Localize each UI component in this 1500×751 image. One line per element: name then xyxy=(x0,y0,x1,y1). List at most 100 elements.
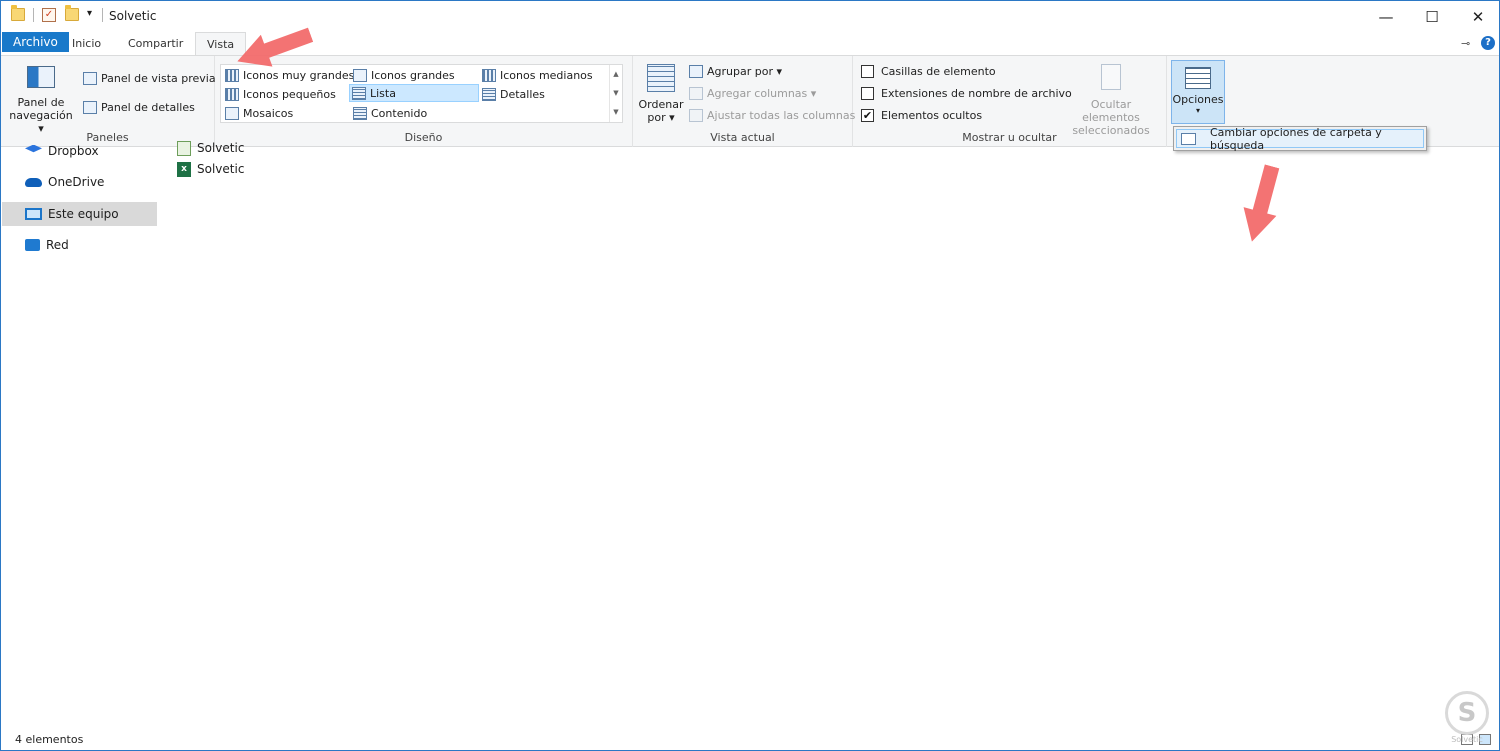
layout-label: Detalles xyxy=(500,87,545,101)
layout-tiles[interactable]: Mosaicos xyxy=(223,104,293,122)
hidden-items-checkbox[interactable]: ✔ xyxy=(861,109,874,122)
extra-large-icons-icon xyxy=(225,68,239,82)
extensions-toggle[interactable]: Extensiones de nombre de archivo xyxy=(861,87,1072,100)
pin-ribbon-icon[interactable]: ⊸ xyxy=(1461,37,1470,50)
navigation-pane-button[interactable]: Panel de navegación ▾ xyxy=(7,66,75,135)
options-dropdown-menu: Cambiar opciones de carpeta y búsqueda xyxy=(1173,126,1427,152)
properties-icon[interactable]: ✓ xyxy=(42,8,56,22)
change-folder-options-menu-item[interactable]: Cambiar opciones de carpeta y búsqueda xyxy=(1176,126,1424,152)
solvetic-watermark: S Solvetic xyxy=(1441,691,1493,747)
watermark-logo: S xyxy=(1445,691,1489,735)
nav-item-label: OneDrive xyxy=(48,175,105,189)
customize-qa-dropdown[interactable]: ▾ xyxy=(87,8,92,19)
maximize-button[interactable]: ☐ xyxy=(1409,1,1455,32)
preview-pane-label: Panel de vista previa xyxy=(101,72,216,85)
fit-columns-label: Ajustar todas las columnas xyxy=(707,109,856,122)
nav-item-label: Este equipo xyxy=(48,207,119,221)
hidden-items-label: Elementos ocultos xyxy=(881,109,983,122)
details-pane-button[interactable]: Panel de detalles xyxy=(83,101,195,114)
nav-item-label: Red xyxy=(46,238,69,252)
tab-vista[interactable]: Vista xyxy=(195,32,247,56)
add-columns-label: Agregar columnas ▾ xyxy=(707,87,817,100)
item-checkboxes-checkbox[interactable] xyxy=(861,65,874,78)
group-label-vista-actual: Vista actual xyxy=(710,131,775,144)
file-item[interactable]: x Solvetic xyxy=(177,159,244,179)
group-by-label: Agrupar por ▾ xyxy=(707,65,782,78)
add-columns-button[interactable]: Agregar columnas ▾ xyxy=(689,87,816,100)
preview-pane-icon xyxy=(83,72,97,85)
sort-by-label: Ordenar xyxy=(638,98,684,111)
file-name: Solvetic xyxy=(197,162,245,176)
layout-list[interactable]: Lista xyxy=(349,84,479,102)
menu-item-label: Cambiar opciones de carpeta y búsqueda xyxy=(1210,125,1382,152)
hide-selected-label: Ocultar elementos xyxy=(1082,98,1140,124)
details-pane-label: Panel de detalles xyxy=(101,101,195,114)
nav-item-onedrive[interactable]: OneDrive xyxy=(2,170,157,194)
ribbon-tabs: Archivo Inicio Compartir Vista ⊸ ? xyxy=(1,32,1499,56)
layout-label: Iconos muy grandes xyxy=(243,68,355,82)
sort-by-label: por ▾ xyxy=(647,111,675,124)
small-icons-icon xyxy=(225,87,239,101)
add-columns-icon xyxy=(689,87,703,100)
hidden-items-toggle[interactable]: ✔ Elementos ocultos xyxy=(861,109,982,122)
nav-item-este-equipo[interactable]: Este equipo xyxy=(2,202,157,226)
scroll-down-icon[interactable]: ▼ xyxy=(610,84,622,103)
image-file-icon xyxy=(177,140,191,156)
layout-details[interactable]: Detalles xyxy=(480,85,545,103)
folder-icon xyxy=(11,5,25,21)
window-title: Solvetic xyxy=(109,9,157,23)
tab-compartir[interactable]: Compartir xyxy=(117,32,194,55)
file-item[interactable]: Solvetic xyxy=(177,138,244,158)
group-by-button[interactable]: Agrupar por ▾ xyxy=(689,65,782,78)
minimize-button[interactable]: — xyxy=(1363,1,1409,32)
gallery-scrollbar[interactable]: ▲ ▼ ▼ xyxy=(609,65,622,122)
large-icons-icon xyxy=(353,68,367,82)
separator xyxy=(33,8,34,22)
nav-item-red[interactable]: Red xyxy=(2,233,157,257)
options-icon xyxy=(1185,67,1211,89)
group-label-diseno: Diseño xyxy=(404,131,443,144)
item-checkboxes-toggle[interactable]: Casillas de elemento xyxy=(861,65,996,78)
tab-inicio[interactable]: Inicio xyxy=(61,32,112,55)
sort-by-button[interactable]: Ordenar por ▾ xyxy=(637,64,685,124)
explorer-window: ✓ ▾ Solvetic — ☐ ✕ Archivo Inicio Compar… xyxy=(0,0,1500,751)
gallery-expand-icon[interactable]: ▼ xyxy=(610,103,622,122)
close-button[interactable]: ✕ xyxy=(1455,1,1500,32)
layout-content[interactable]: Contenido xyxy=(351,104,427,122)
scroll-up-icon[interactable]: ▲ xyxy=(610,65,622,84)
layout-large-icons[interactable]: Iconos grandes xyxy=(351,66,455,84)
group-mostrar-ocultar: Casillas de elemento Extensiones de nomb… xyxy=(853,56,1167,147)
fit-columns-button[interactable]: Ajustar todas las columnas xyxy=(689,109,855,122)
medium-icons-icon xyxy=(482,68,496,82)
folder-options-icon xyxy=(1181,132,1196,145)
layout-label: Iconos medianos xyxy=(500,68,593,82)
hide-selected-icon xyxy=(1101,64,1121,90)
item-checkboxes-label: Casillas de elemento xyxy=(881,65,996,78)
onedrive-icon xyxy=(25,177,42,187)
options-button[interactable]: Opciones ▾ xyxy=(1171,60,1225,124)
nav-item-dropbox[interactable]: Dropbox xyxy=(2,139,157,163)
options-label: Opciones xyxy=(1172,93,1224,106)
group-paneles: Panel de navegación ▾ Panel de vista pre… xyxy=(1,56,216,147)
list-icon xyxy=(352,86,366,100)
status-item-count: 4 elementos xyxy=(15,733,84,746)
extensions-checkbox[interactable] xyxy=(861,87,874,100)
options-dropdown-arrow-icon: ▾ xyxy=(1195,106,1200,115)
separator xyxy=(102,8,103,22)
file-name: Solvetic xyxy=(197,141,245,155)
watermark-text: Solvetic xyxy=(1451,735,1483,744)
layout-label: Contenido xyxy=(371,106,428,120)
new-folder-icon[interactable] xyxy=(65,5,79,21)
navigation-pane-icon xyxy=(27,66,55,88)
network-icon xyxy=(25,239,40,251)
layout-extra-large-icons[interactable]: Iconos muy grandes xyxy=(223,66,354,84)
help-icon[interactable]: ? xyxy=(1481,36,1495,50)
group-by-icon xyxy=(689,65,703,78)
tab-archivo[interactable]: Archivo xyxy=(2,32,69,52)
nav-item-label: Dropbox xyxy=(48,144,99,158)
layout-small-icons[interactable]: Iconos pequeños xyxy=(223,85,336,103)
hide-selected-button[interactable]: Ocultar elementos seleccionados xyxy=(1061,64,1161,137)
preview-pane-button[interactable]: Panel de vista previa xyxy=(83,72,216,85)
navigation-pane-label: Panel de xyxy=(17,96,65,109)
layout-medium-icons[interactable]: Iconos medianos xyxy=(480,66,593,84)
